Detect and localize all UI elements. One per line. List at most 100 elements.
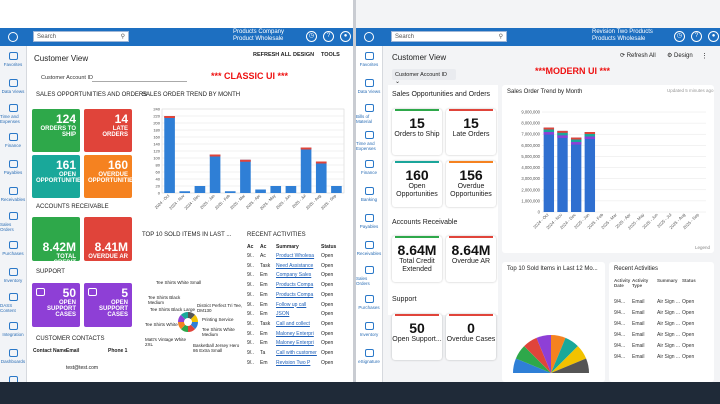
bar[interactable] [570,137,582,212]
refresh-all-button[interactable]: REFRESH ALL [253,52,291,58]
sidebar-item-receivables[interactable]: Receivables [356,235,382,262]
customer-account-field[interactable]: Customer Account ID ⌄ [392,69,456,85]
help-icon[interactable]: ? [691,31,702,42]
search-input[interactable]: Search ⚲ [391,31,507,42]
recent-summary-link[interactable]: Call and collect [276,321,310,327]
sidebar-item-purchases[interactable]: Purchases [0,235,26,262]
recent-cell[interactable]: Air Sign ... [657,321,680,327]
sidebar-item-integration[interactable]: Integration [0,316,26,343]
bar[interactable] [331,186,342,193]
ar-tile[interactable]: 8.42MTOTAL CREDIT [32,217,80,261]
design-button[interactable]: ⚙ Design [667,52,693,59]
recent-cell[interactable]: Air Sign ... [657,299,680,305]
customer-account-input[interactable] [92,73,187,82]
kpi-tile[interactable]: 156 Overdue Opportunities [446,161,496,207]
ar-tile[interactable]: 8.64M Overdue AR [446,236,496,282]
legend-link[interactable]: Legend [695,245,710,250]
recent-cell[interactable]: Air Sign ... [657,310,680,316]
recent-summary-link[interactable]: Maloney Enterpri [276,340,314,346]
recent-summary-link[interactable]: Maloney Enterpri [276,331,314,337]
sidebar-item-data-views[interactable]: Data Views [0,73,26,100]
tile-accent-bar [449,236,493,238]
recent-summary-link[interactable]: Company Sales [276,272,311,278]
sidebar-item-inventory[interactable]: Inventory [356,316,382,343]
sidebar-item-banking[interactable]: Banking [356,181,382,208]
company-selector[interactable]: Products Company Product Wholesale [233,29,284,43]
kpi-tile[interactable]: 124 ORDERS TO SHIP [32,109,80,152]
user-icon[interactable]: ● [708,31,719,42]
bar[interactable] [194,186,206,193]
bar[interactable] [543,127,555,212]
bar[interactable] [270,186,282,193]
recent-cell[interactable]: Air Sign ... [657,354,680,360]
sidebar-item-esignature[interactable]: eSignature [356,343,382,370]
bar[interactable] [584,132,596,212]
clock-icon[interactable]: ◷ [306,31,317,42]
bar[interactable] [315,161,327,194]
support-tile[interactable]: 5 OPEN SUPPORT CASES [84,283,132,327]
recent-cell[interactable]: Air Sign ... [657,332,680,338]
x-tick-label: 2025 - Jun [275,193,292,210]
sidebar-item-favorites[interactable]: Favorites [0,46,26,73]
bar[interactable] [557,130,568,212]
sidebar-item-purchases[interactable]: Purchases [356,289,382,316]
bar-segment [557,132,568,136]
bar[interactable] [300,147,312,194]
sidebar-item-time-and-expenses[interactable]: Time and Expenses [356,127,382,154]
recent-summary-link[interactable]: Products Compa [276,292,313,298]
support-tile[interactable]: 0 Overdue Cases [446,314,496,360]
sidebar-item-finance[interactable]: Finance [0,127,26,154]
recent-summary-link[interactable]: Product Wholesa [276,253,314,259]
design-button[interactable]: DESIGN [293,52,314,58]
company-selector[interactable]: Revision Two Products Products Wholesale [592,29,653,43]
kpi-label: OPEN SUPPORT CASES [46,300,76,318]
bar[interactable] [164,116,175,193]
help-icon[interactable]: ? [323,31,334,42]
sidebar-item-inventory[interactable]: Inventory [0,262,26,289]
sidebar-item-sales-orders[interactable]: Sales Orders [0,208,26,235]
sidebar-item-time-and-expenses[interactable]: Time and Expenses [0,100,26,127]
sidebar-item-finance[interactable]: Finance [356,154,382,181]
kpi-tile[interactable]: 160 Open Opportunities [392,161,442,207]
recent-col-header: Status [682,278,696,283]
ar-tile[interactable]: 8.64M Total Credit Extended [392,236,442,282]
bar[interactable] [285,186,297,193]
recent-cell[interactable]: Air Sign ... [657,343,680,349]
sidebar-item-dashboards[interactable]: Dashboards [0,343,26,370]
kpi-tile[interactable]: 160 OVERDUE OPPORTUNITIES [84,155,137,198]
recent-summary-link[interactable]: JSON [276,311,289,317]
more-menu-icon[interactable]: ⋮ [701,52,708,60]
recent-cell: Email [632,299,645,305]
sidebar-item-payables[interactable]: Payables [0,154,26,181]
clock-icon[interactable]: ◷ [674,31,685,42]
bar[interactable] [209,154,221,194]
ar-tile[interactable]: 8.41M OVERDUE AR [84,217,132,261]
sidebar-item-favorites[interactable]: Favorites [356,46,382,73]
recent-summary-link[interactable]: Need Assistance [276,263,313,269]
sidebar-item-dass-content[interactable]: DASS Content [0,289,26,316]
sidebar-item-payables[interactable]: Payables [356,208,382,235]
refresh-all-button[interactable]: ⟳ Refresh All [620,52,656,59]
sidebar-item-sales-orders[interactable]: Sales Orders [356,262,382,289]
support-tile[interactable]: 50 Open Support... [392,314,442,360]
sidebar-item-bills-of-material[interactable]: Bills of Material [356,100,382,127]
support-tile[interactable]: 50 OPEN SUPPORT CASES [32,283,80,327]
sidebar-item-printing[interactable]: Printing [0,370,26,382]
search-input[interactable]: Search ⚲ [33,31,129,42]
user-icon[interactable]: ● [340,31,351,42]
recent-summary-link[interactable]: Revision Two P [276,360,310,366]
bar[interactable] [240,159,251,193]
sidebar-item-receivables[interactable]: Receivables [0,181,26,208]
kpi-tile[interactable]: 161 OPEN OPPORTUNITIES [32,155,85,198]
recent-summary-link[interactable]: Call with customer [276,350,317,356]
bar[interactable] [255,189,266,194]
recent-summary-link[interactable]: Products Compa [276,282,313,288]
kpi-label: LATE ORDERS [102,126,128,138]
tools-button[interactable]: TOOLS [321,52,340,58]
recent-summary-link[interactable]: Follow up call [276,302,306,308]
kpi-tile[interactable]: 15 Late Orders [446,109,496,155]
recent-cell: 9/4... [614,299,626,305]
kpi-tile[interactable]: 15 Orders to Ship [392,109,442,155]
kpi-tile[interactable]: 14 LATE ORDERS [84,109,132,152]
sidebar-item-data-views[interactable]: Data Views [356,73,382,100]
